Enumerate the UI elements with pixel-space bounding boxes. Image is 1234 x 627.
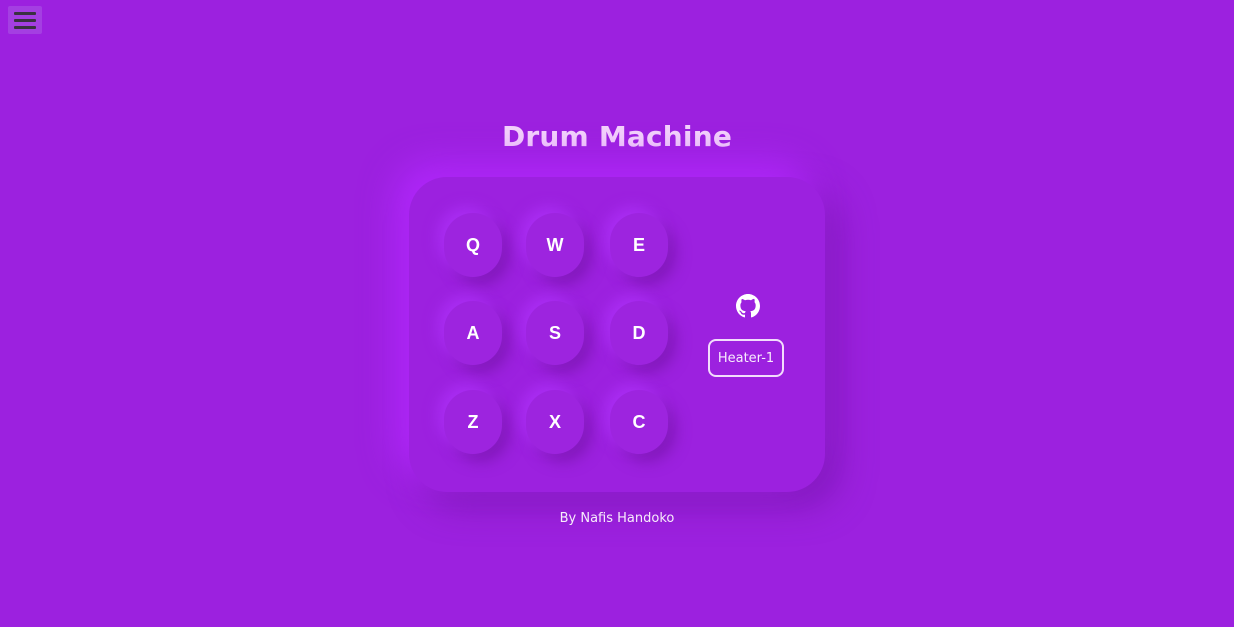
drum-pad-x[interactable]: X [526, 390, 584, 454]
drum-pad-s[interactable]: S [526, 301, 584, 365]
menu-button[interactable] [8, 6, 42, 34]
drum-pad-d[interactable]: D [610, 301, 668, 365]
github-icon[interactable] [736, 294, 760, 318]
drum-pad-w[interactable]: W [526, 213, 584, 277]
drum-machine-panel: Q W E A S D Z X C Heater-1 [409, 177, 825, 492]
page-title: Drum Machine [501, 120, 733, 153]
hamburger-menu-icon [14, 18, 36, 22]
author-credit: By Nafis Handoko [559, 511, 675, 526]
hamburger-menu-icon [14, 25, 36, 29]
drum-pad-q[interactable]: Q [444, 213, 502, 277]
drum-pad-z[interactable]: Z [444, 390, 502, 454]
drum-pad-c[interactable]: C [610, 390, 668, 454]
bank-display[interactable]: Heater-1 [708, 339, 784, 377]
hamburger-menu-icon [14, 11, 36, 15]
drum-pad-e[interactable]: E [610, 213, 668, 277]
drum-pad-a[interactable]: A [444, 301, 502, 365]
